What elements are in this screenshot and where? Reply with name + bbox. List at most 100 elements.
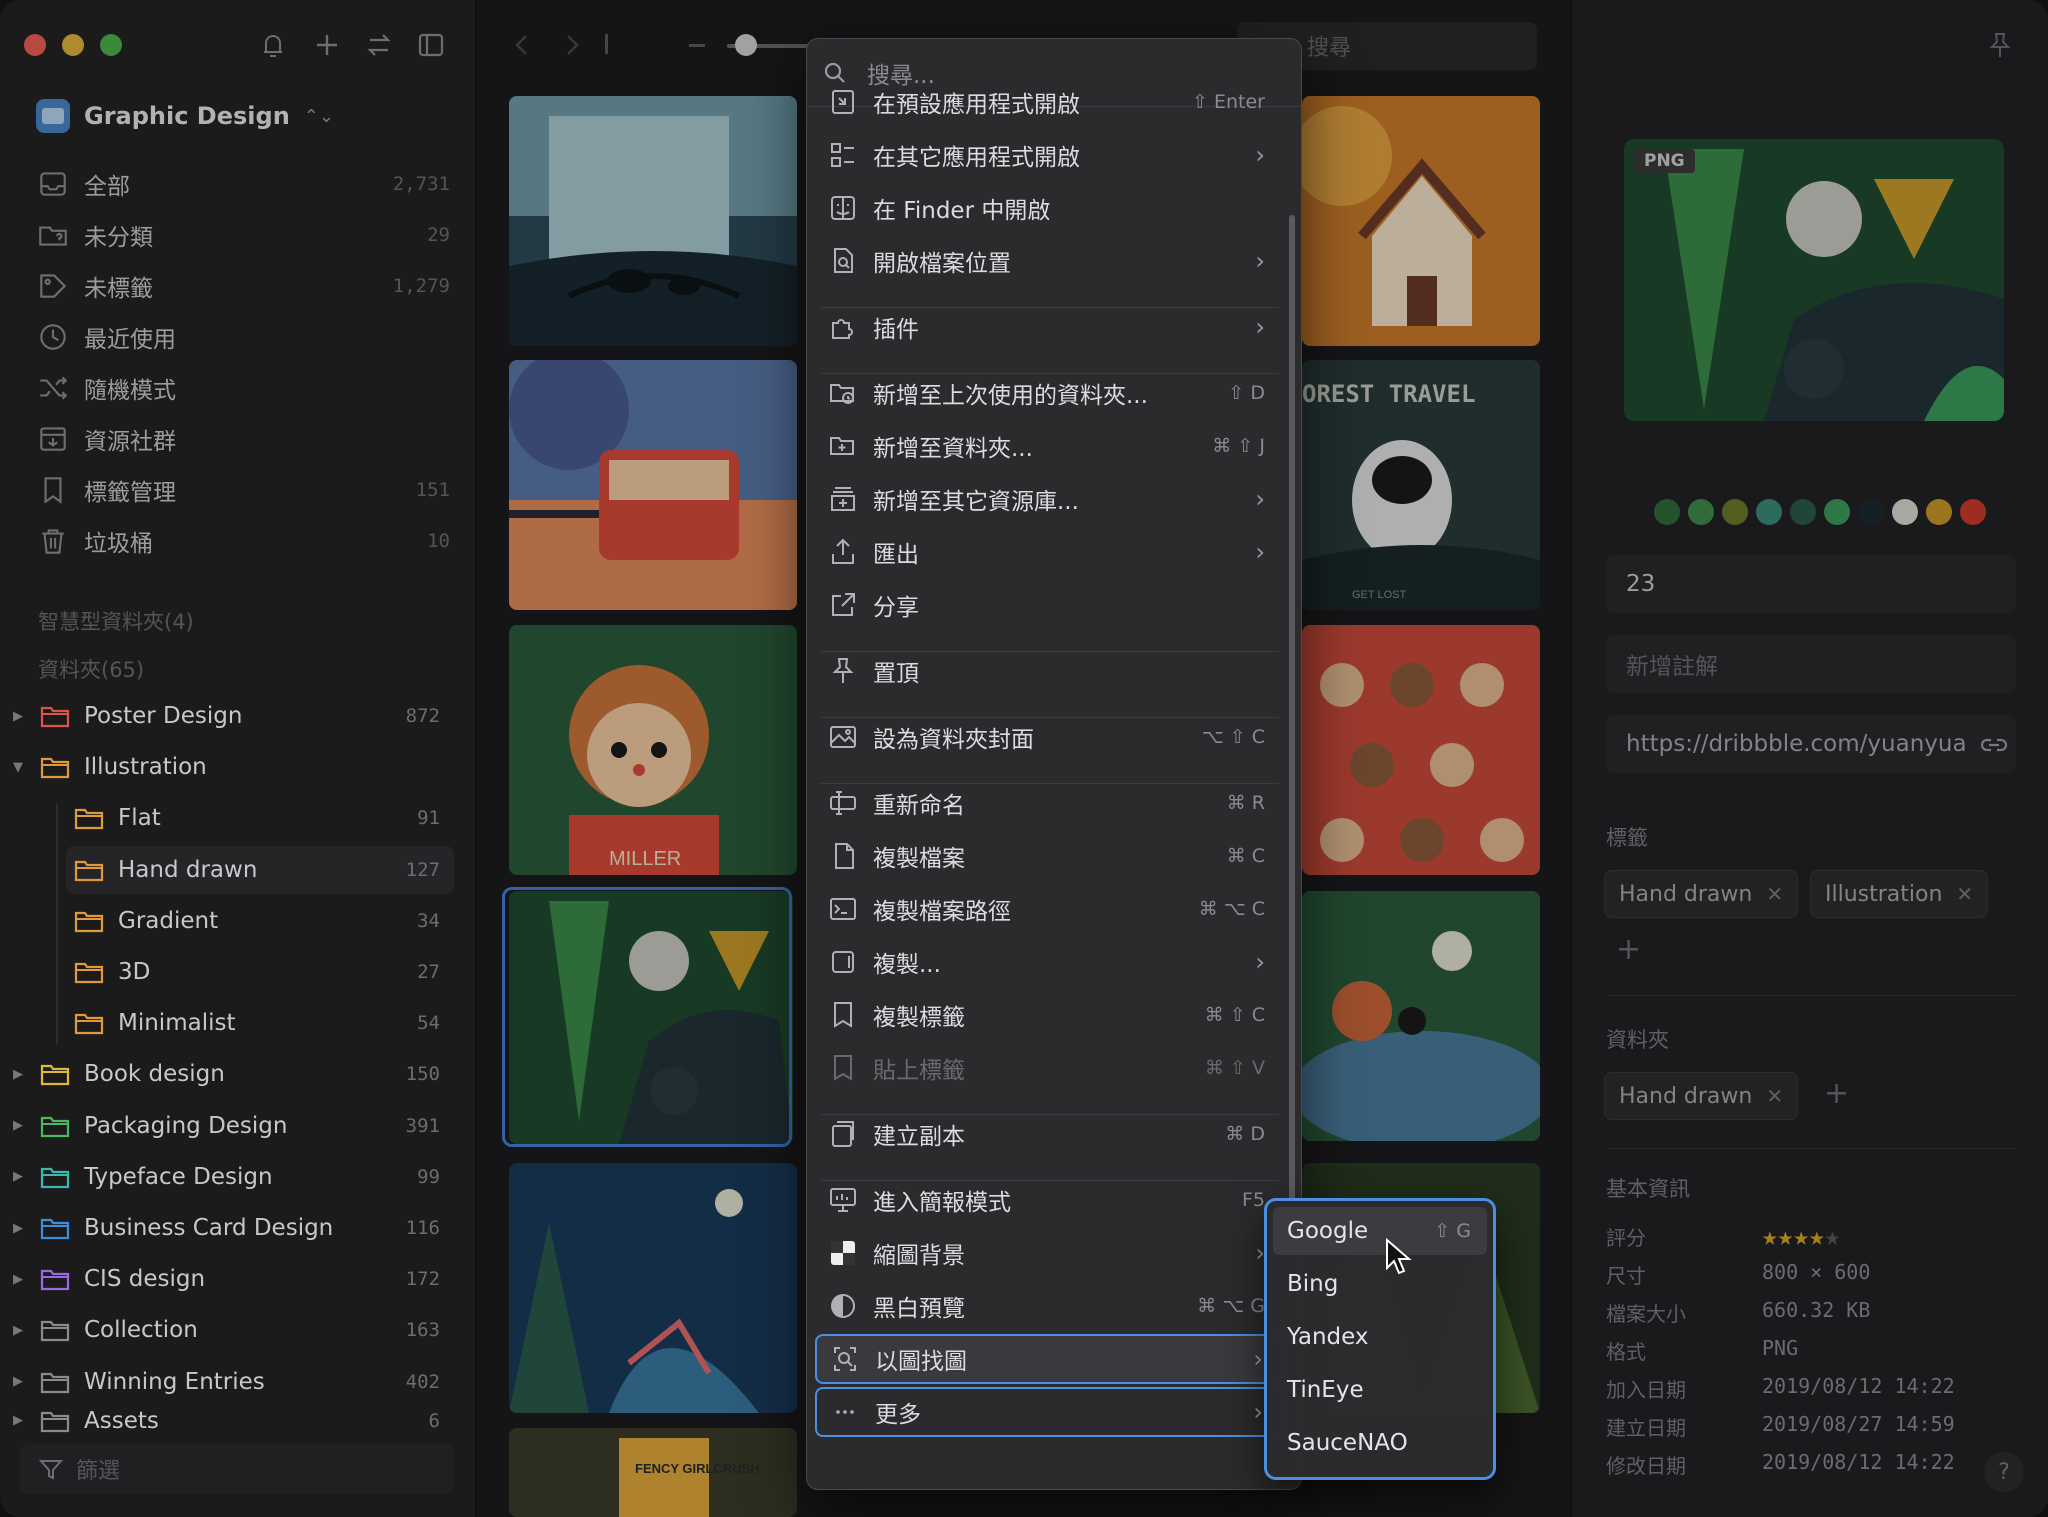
search-engine-item[interactable]: TinEye <box>1273 1366 1487 1414</box>
chevron-right-icon[interactable]: ▶ <box>0 1221 36 1236</box>
chevron-right-icon[interactable]: ▶ <box>0 1067 36 1082</box>
folder-label: Hand drawn <box>118 856 258 883</box>
pin-icon <box>827 655 859 687</box>
grayscale-icon <box>827 1290 859 1322</box>
context-menu-item[interactable]: 複製檔案路徑 ⌘ ⌥ C <box>815 884 1283 934</box>
menu-separator <box>821 307 1279 308</box>
chevron-right-icon[interactable]: ▶ <box>0 1413 36 1428</box>
copy-path-icon <box>827 893 859 925</box>
menu-item-label: 開啟檔案位置 <box>873 251 1011 277</box>
menu-item-label: 以圖找圖 <box>875 1349 967 1375</box>
context-menu-item[interactable]: 分享 <box>815 580 1283 630</box>
share-icon <box>827 589 859 621</box>
folder-icon <box>40 1114 70 1138</box>
folder-label: Packaging Design <box>84 1112 288 1139</box>
menu-item-label: 新增至上次使用的資料夾... <box>873 383 1148 409</box>
menu-item-label: 更多 <box>875 1402 921 1428</box>
context-menu-item[interactable]: 插件 › <box>815 302 1283 352</box>
menu-item-label: 重新命名 <box>873 793 965 819</box>
menu-item-label: 在 Finder 中開啟 <box>873 198 1051 224</box>
folder-label: Book design <box>84 1061 225 1088</box>
context-menu-item[interactable]: 在預設應用程式開啟 ⇧ Enter <box>815 77 1283 127</box>
context-menu-item[interactable]: 匯出 › <box>815 527 1283 577</box>
context-menu-item[interactable]: 複製... › <box>815 937 1283 987</box>
folder-icon <box>74 858 104 882</box>
context-menu-item[interactable]: 開啟檔案位置 › <box>815 236 1283 286</box>
folder-count: 91 <box>417 807 440 830</box>
folder-count: 99 <box>417 1165 440 1188</box>
presentation-icon <box>827 1184 859 1216</box>
menu-item-shortcut: ⌘ ⇧ C <box>1204 1004 1265 1026</box>
context-menu-item[interactable]: 進入簡報模式 F5 <box>815 1175 1283 1225</box>
context-menu-item[interactable]: 縮圖背景 › <box>815 1228 1283 1278</box>
chevron-right-icon[interactable]: ▶ <box>0 1118 36 1133</box>
chevron-right-icon[interactable]: ▶ <box>0 1323 36 1338</box>
menu-separator <box>821 1114 1279 1115</box>
context-menu-item[interactable]: 更多 › <box>815 1387 1283 1437</box>
context-menu-item[interactable]: 新增至其它資源庫... › <box>815 474 1283 524</box>
checker-background-icon <box>827 1237 859 1269</box>
chevron-right-icon[interactable]: ▶ <box>0 1374 36 1389</box>
context-menu-item[interactable]: 以圖找圖 › <box>815 1334 1283 1384</box>
finder-icon <box>827 192 859 224</box>
context-menu-item[interactable]: 複製檔案 ⌘ C <box>815 831 1283 881</box>
copy-file-icon <box>827 840 859 872</box>
folder-icon <box>40 1165 70 1189</box>
context-menu-item[interactable]: 新增至資料夾... ⌘ ⇧ J <box>815 421 1283 471</box>
search-engine-item[interactable]: Yandex <box>1273 1313 1487 1361</box>
folder-label: Minimalist <box>118 1010 236 1037</box>
menu-item-label: 黑白預覽 <box>873 1296 965 1322</box>
menu-item-label: 建立副本 <box>873 1124 965 1150</box>
folder-count: 116 <box>405 1217 440 1239</box>
chevron-right-icon: › <box>1255 313 1265 341</box>
menu-separator <box>821 717 1279 718</box>
folder-icon <box>40 1267 70 1291</box>
folder-icon <box>74 909 104 933</box>
folder-label: Business Card Design <box>84 1215 334 1241</box>
folder-label: Illustration <box>84 754 207 781</box>
search-engine-label: Yandex <box>1287 1324 1369 1350</box>
folder-count: 872 <box>405 705 440 727</box>
context-menu-item[interactable]: 複製標籤 ⌘ ⇧ C <box>815 990 1283 1040</box>
folder-icon <box>74 806 104 830</box>
context-menu-item[interactable]: 置頂 <box>815 646 1283 696</box>
folder-icon <box>40 1409 70 1433</box>
chevron-right-icon[interactable]: ▶ <box>0 1169 36 1184</box>
folder-label: Poster Design <box>84 703 243 729</box>
menu-item-label: 新增至其它資源庫... <box>873 489 1079 515</box>
context-menu-item[interactable]: 在其它應用程式開啟 › <box>815 130 1283 180</box>
folder-icon <box>40 755 70 779</box>
chevron-right-icon: › <box>1255 948 1265 976</box>
context-menu-item[interactable]: 在 Finder 中開啟 <box>815 183 1283 233</box>
menu-item-label: 分享 <box>873 595 919 621</box>
menu-item-label: 縮圖背景 <box>873 1243 965 1269</box>
chevron-right-icon: › <box>1255 141 1265 169</box>
search-engine-item[interactable]: SauceNAO <box>1273 1419 1487 1467</box>
menu-item-label: 在預設應用程式開啟 <box>873 92 1080 118</box>
chevron-right-icon: › <box>1255 538 1265 566</box>
file-search-icon <box>827 245 859 277</box>
context-menu-item[interactable]: 新增至上次使用的資料夾... ⇧ D <box>815 368 1283 418</box>
library-add-icon <box>827 483 859 515</box>
menu-item-shortcut: ⇧ D <box>1228 382 1265 404</box>
image-search-submenu: Google ⇧ G Bing Yandex TinEye SauceNAO <box>1264 1198 1496 1480</box>
menu-separator <box>821 651 1279 652</box>
folder-count: 54 <box>417 1012 440 1035</box>
context-menu-item[interactable]: 建立副本 ⌘ D <box>815 1109 1283 1159</box>
folder-label: CIS design <box>84 1266 206 1293</box>
chevron-right-icon: › <box>1255 247 1265 275</box>
menu-item-label: 複製檔案 <box>873 846 965 872</box>
copy-tags-icon <box>827 999 859 1031</box>
search-engine-item[interactable]: Google ⇧ G <box>1273 1207 1487 1255</box>
context-menu-item[interactable]: 黑白預覽 ⌘ ⌥ G <box>815 1281 1283 1331</box>
context-menu-item[interactable]: 重新命名 ⌘ R <box>815 778 1283 828</box>
search-engine-item[interactable]: Bing <box>1273 1260 1487 1308</box>
chevron-down-icon[interactable]: ▼ <box>0 760 36 775</box>
chevron-right-icon[interactable]: ▶ <box>0 1272 36 1287</box>
menu-item-label: 在其它應用程式開啟 <box>873 145 1080 171</box>
context-menu-item[interactable]: 設為資料夾封面 ⌥ ⇧ C <box>815 712 1283 762</box>
chevron-right-icon[interactable]: ▶ <box>0 709 36 724</box>
menu-item-shortcut: F5 <box>1241 1189 1265 1211</box>
menu-scrollbar[interactable] <box>1289 215 1295 1235</box>
folder-label: Winning Entries <box>84 1368 265 1395</box>
